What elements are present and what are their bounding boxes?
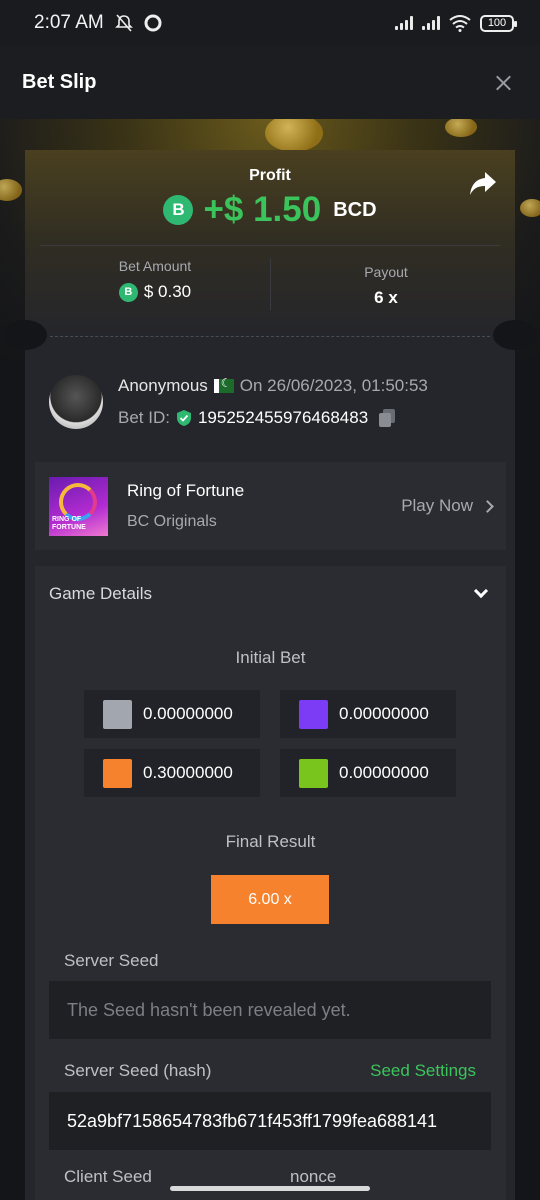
bet-amount-value-row: B $ 0.30 [55, 282, 255, 302]
app-notification-icon [144, 14, 162, 32]
game-details-panel: Game Details Initial Bet 0.00000000 0.00… [35, 566, 506, 1200]
bet-chip-value: 0.00000000 [143, 704, 233, 723]
profit-value: +$ 1.50 [203, 190, 322, 229]
bcd-coin-icon: B [118, 282, 138, 302]
bet-amount-value: $ 0.30 [143, 282, 192, 301]
final-result-badge: 6.00 x [211, 875, 329, 924]
pakistan-flag-icon [213, 376, 234, 393]
bet-id-value: 195252455976468483 [197, 408, 369, 427]
chevron-down-icon[interactable] [473, 583, 489, 599]
divider [40, 245, 500, 246]
ticket-dashed-divider [50, 336, 490, 337]
ticket-notch-left [3, 320, 47, 350]
signal-icon-2 [422, 16, 440, 30]
game-name: Ring of Fortune [127, 481, 245, 500]
user-line: Anonymous On 26/06/2023, 01:50:53 [118, 376, 428, 396]
server-seed-hash-label: Server Seed (hash) [64, 1061, 212, 1080]
divider [270, 258, 271, 310]
home-indicator[interactable] [170, 1186, 370, 1191]
bet-id-label: Bet ID: [118, 408, 170, 427]
game-thumbnail: RING OF FORTUNE [49, 476, 108, 536]
profit-currency: BCD [333, 198, 377, 221]
game-provider: BC Originals [127, 513, 217, 530]
mute-icon [114, 14, 133, 32]
bet-amount-stat: Bet Amount B $ 0.30 [55, 258, 255, 302]
initial-bet-label: Initial Bet [235, 648, 306, 667]
play-now-button[interactable]: Play Now [401, 496, 494, 516]
bcd-coin-icon: B [163, 195, 194, 225]
bet-chip-value: 0.00000000 [339, 763, 429, 782]
page-title: Bet Slip [22, 71, 97, 93]
battery-icon: 100 [480, 14, 517, 32]
username[interactable]: Anonymous [118, 376, 208, 396]
bet-chip-orange: 0.30000000 [84, 749, 260, 797]
close-icon[interactable] [488, 68, 518, 98]
copy-icon[interactable] [378, 408, 396, 428]
decorative-coin [520, 199, 540, 217]
share-icon[interactable] [469, 170, 497, 196]
color-swatch [103, 758, 132, 788]
bet-chip-value: 0.30000000 [143, 763, 233, 782]
server-seed-label: Server Seed [64, 951, 159, 970]
avatar[interactable] [49, 375, 103, 429]
payout-value: 6 x [374, 288, 398, 307]
nonce-label: nonce [290, 1167, 337, 1186]
game-thumbnail-text: RING OF FORTUNE [52, 515, 86, 531]
color-swatch [299, 758, 328, 788]
bet-amount-label: Bet Amount [118, 258, 192, 274]
ticket-notch-right [493, 320, 537, 350]
bet-chip-purple: 0.00000000 [280, 690, 456, 738]
color-swatch [299, 699, 328, 729]
bet-chip-value: 0.00000000 [339, 704, 429, 723]
payout-stat: Payout 6 x [286, 258, 486, 308]
wifi-icon [449, 14, 471, 32]
client-seed-label: Client Seed [64, 1167, 152, 1186]
status-bar: 2:07 AM 100 [0, 0, 540, 46]
color-swatch [103, 699, 132, 729]
chevron-right-icon [481, 499, 494, 513]
bet-date: On 26/06/2023, 01:50:53 [239, 376, 428, 395]
bet-chip-gray: 0.00000000 [84, 690, 260, 738]
play-now-label: Play Now [401, 496, 473, 515]
payout-label: Payout [364, 264, 408, 280]
game-info: Ring of Fortune BC Originals [127, 481, 244, 531]
profit-label: Profit [249, 167, 291, 184]
signal-icon [395, 16, 413, 30]
status-time: 2:07 AM [34, 12, 104, 33]
profit-row: B +$ 1.50 BCD [25, 190, 515, 230]
game-details-title[interactable]: Game Details [49, 584, 152, 604]
seed-settings-link[interactable]: Seed Settings [370, 1061, 476, 1081]
bet-id-line: Bet ID: 195252455976468483 [118, 408, 396, 428]
game-row[interactable]: RING OF FORTUNE Ring of Fortune BC Origi… [35, 462, 506, 550]
bet-slip-header: Bet Slip [0, 46, 540, 119]
verified-shield-icon [176, 410, 191, 426]
server-seed-field: The Seed hasn't been revealed yet. [49, 981, 491, 1039]
final-result-label: Final Result [225, 832, 316, 851]
bet-chip-green: 0.00000000 [280, 749, 456, 797]
server-seed-hash-field[interactable]: 52a9bf7158654783fb671f453ff1799fea688141 [49, 1092, 491, 1150]
